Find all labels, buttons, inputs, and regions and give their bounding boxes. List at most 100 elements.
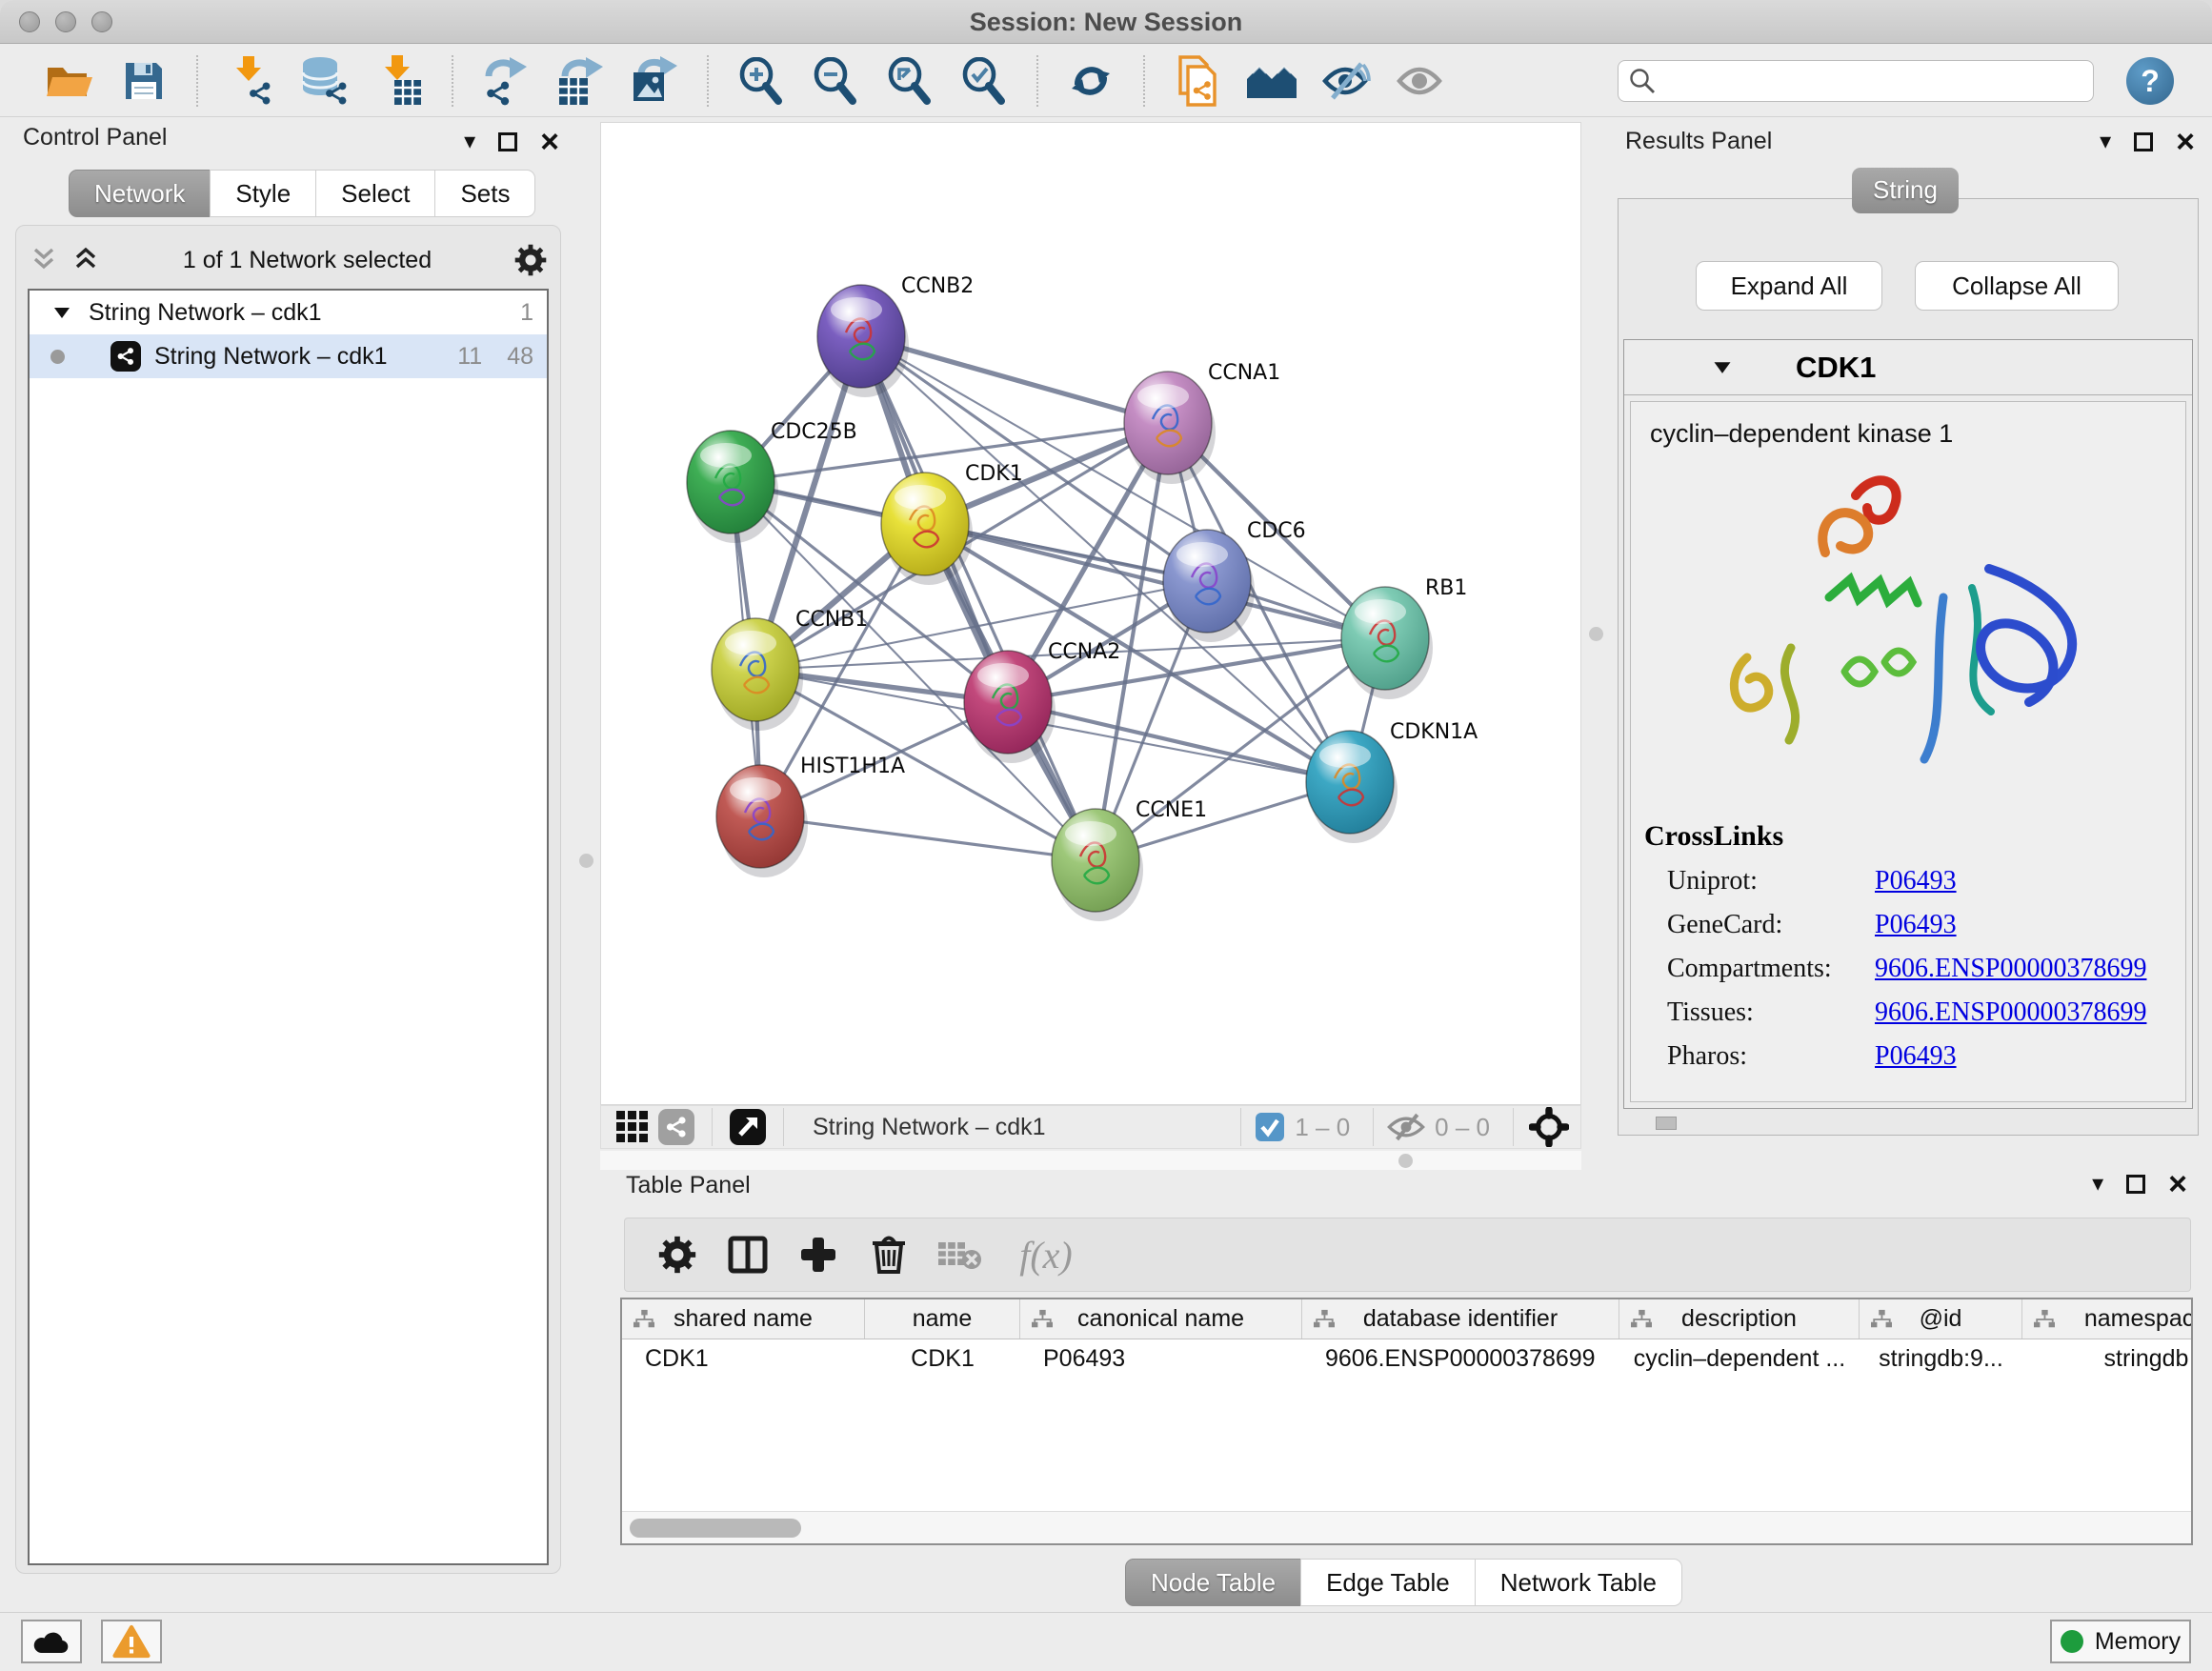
zoom-selected-button[interactable] xyxy=(955,52,1014,110)
tab-sets[interactable]: Sets xyxy=(434,170,535,217)
crosslink-value[interactable]: P06493 xyxy=(1875,910,1957,940)
network-node-rb1[interactable]: RB1 xyxy=(1341,576,1467,699)
cloud-button[interactable] xyxy=(21,1620,82,1663)
network-node-ccna1[interactable]: CCNA1 xyxy=(1124,361,1280,484)
node-table[interactable]: shared name name canonical name database… xyxy=(620,1298,2193,1545)
delete-table-button[interactable] xyxy=(932,1227,987,1282)
panel-float-icon[interactable] xyxy=(498,132,517,151)
crosslink-value[interactable]: P06493 xyxy=(1875,866,1957,896)
selected-checkbox-icon[interactable] xyxy=(1255,1112,1285,1142)
hidden-eye-slash-icon[interactable] xyxy=(1387,1112,1425,1142)
panel-close-icon[interactable]: × xyxy=(2176,132,2195,151)
help-button[interactable]: ? xyxy=(2126,57,2174,105)
show-all-button[interactable] xyxy=(1391,52,1450,110)
panel-float-icon[interactable] xyxy=(2134,132,2153,151)
results-scrollbar-nub[interactable] xyxy=(1656,1117,1677,1130)
function-builder-button[interactable]: f(x) xyxy=(1002,1227,1090,1282)
horizontal-splitter[interactable] xyxy=(600,1151,1581,1170)
toolbar-separator xyxy=(1143,55,1145,107)
refresh-layout-button[interactable] xyxy=(1061,52,1120,110)
save-session-button[interactable] xyxy=(114,52,173,110)
network-canvas[interactable]: CCNB2CCNA1CDC25BCDK1CDC6RB1CCNB1CCNA2CDK… xyxy=(600,122,1581,1105)
crosslink-value[interactable]: P06493 xyxy=(1875,1041,1957,1072)
right-splitter-handle[interactable] xyxy=(1589,627,1603,641)
collapse-all-button[interactable]: Collapse All xyxy=(1915,261,2119,311)
column-header[interactable]: shared name xyxy=(622,1299,865,1339)
zoom-fit-button[interactable] xyxy=(880,52,939,110)
selected-count: 1 – 0 xyxy=(1295,1113,1350,1142)
delete-column-button[interactable] xyxy=(861,1227,916,1282)
search-input[interactable] xyxy=(1657,64,2083,98)
export-table-button[interactable] xyxy=(551,52,610,110)
warnings-button[interactable] xyxy=(101,1620,162,1663)
tab-string[interactable]: String xyxy=(1852,168,1959,213)
network-node-hist1h1a[interactable]: HIST1H1A xyxy=(716,755,905,877)
memory-button[interactable]: Memory xyxy=(2050,1620,2191,1663)
export-image-button[interactable] xyxy=(625,52,684,110)
crosslink-value[interactable]: 9606.ENSP00000378699 xyxy=(1875,997,2146,1028)
column-header[interactable]: @id xyxy=(1860,1299,2022,1339)
network-node-ccne1[interactable]: CCNE1 xyxy=(1052,798,1207,921)
import-network-file-button[interactable] xyxy=(221,52,280,110)
column-header[interactable]: description xyxy=(1619,1299,1860,1339)
collapse-all-icon[interactable] xyxy=(30,247,58,273)
network-view-title: String Network – cdk1 xyxy=(813,1114,1046,1141)
entry-collapse-icon[interactable] xyxy=(1712,359,1733,375)
network-node-ccnb2[interactable]: CCNB2 xyxy=(817,274,974,397)
column-header[interactable]: name xyxy=(865,1299,1020,1339)
string-network-badge-icon[interactable] xyxy=(654,1107,698,1147)
results-panel-title: Results Panel xyxy=(1625,128,1772,155)
panel-close-icon[interactable]: × xyxy=(2168,1175,2187,1194)
tab-network-table[interactable]: Network Table xyxy=(1475,1559,1682,1606)
crosslink-value[interactable]: 9606.ENSP00000378699 xyxy=(1875,954,2146,984)
zoom-in-button[interactable] xyxy=(732,52,791,110)
column-header[interactable]: canonical name xyxy=(1020,1299,1302,1339)
network-collection-row[interactable]: String Network – cdk1 1 xyxy=(30,291,547,334)
table-settings-gear-button[interactable] xyxy=(650,1227,705,1282)
tab-style[interactable]: Style xyxy=(210,170,316,217)
detach-view-button[interactable] xyxy=(726,1107,770,1147)
column-header[interactable]: namespace xyxy=(2022,1299,2193,1339)
import-table-button[interactable] xyxy=(370,52,429,110)
toolbar-separator xyxy=(783,1108,784,1146)
hide-selected-button[interactable] xyxy=(1317,52,1376,110)
table-toolbar: f(x) xyxy=(624,1218,2191,1292)
left-splitter-handle[interactable] xyxy=(579,854,593,868)
show-columns-button[interactable] xyxy=(720,1227,775,1282)
network-options-gear-icon[interactable] xyxy=(514,244,547,276)
cloud-icon xyxy=(32,1628,70,1655)
column-header[interactable]: database identifier xyxy=(1302,1299,1619,1339)
tree-expand-icon[interactable] xyxy=(52,305,71,320)
panel-float-icon[interactable] xyxy=(2126,1175,2145,1194)
panel-collapse-icon[interactable]: ▾ xyxy=(2100,128,2111,155)
network-row[interactable]: String Network – cdk1 11 48 xyxy=(30,334,547,378)
table-row[interactable]: CDK1 CDK1 P06493 9606.ENSP00000378699 cy… xyxy=(622,1339,2191,1378)
network-node-cdkn1a[interactable]: CDKN1A xyxy=(1306,720,1478,843)
panel-collapse-icon[interactable]: ▾ xyxy=(464,128,475,155)
duplicate-network-button[interactable] xyxy=(1168,52,1227,110)
network-node-ccna2[interactable]: CCNA2 xyxy=(964,640,1120,763)
birdseye-view-button[interactable] xyxy=(1527,1107,1571,1147)
zoom-out-button[interactable] xyxy=(806,52,865,110)
grid-view-button[interactable] xyxy=(611,1107,654,1147)
first-neighbors-button[interactable] xyxy=(1242,52,1301,110)
table-horizontal-scrollbar[interactable] xyxy=(622,1511,2191,1543)
panel-close-icon[interactable]: × xyxy=(540,132,559,151)
open-session-button[interactable] xyxy=(40,52,99,110)
splitter-handle[interactable] xyxy=(1398,1154,1413,1168)
export-network-button[interactable] xyxy=(476,52,535,110)
crosslink-row: Tissues: 9606.ENSP00000378699 xyxy=(1667,997,2185,1028)
tab-edge-table[interactable]: Edge Table xyxy=(1300,1559,1476,1606)
expand-all-button[interactable]: Expand All xyxy=(1696,261,1882,311)
tab-select[interactable]: Select xyxy=(315,170,435,217)
import-network-database-button[interactable] xyxy=(295,52,354,110)
create-column-button[interactable] xyxy=(791,1227,846,1282)
entry-gene-name: CDK1 xyxy=(1796,351,1876,385)
memory-label: Memory xyxy=(2095,1628,2181,1656)
panel-collapse-icon[interactable]: ▾ xyxy=(2092,1170,2103,1198)
tab-node-table[interactable]: Node Table xyxy=(1125,1559,1301,1606)
control-panel: Control Panel ▾ × Network Style Select S… xyxy=(10,122,567,1578)
tab-network[interactable]: Network xyxy=(69,170,211,217)
scrollbar-thumb[interactable] xyxy=(630,1519,801,1538)
expand-all-icon[interactable] xyxy=(71,247,100,273)
